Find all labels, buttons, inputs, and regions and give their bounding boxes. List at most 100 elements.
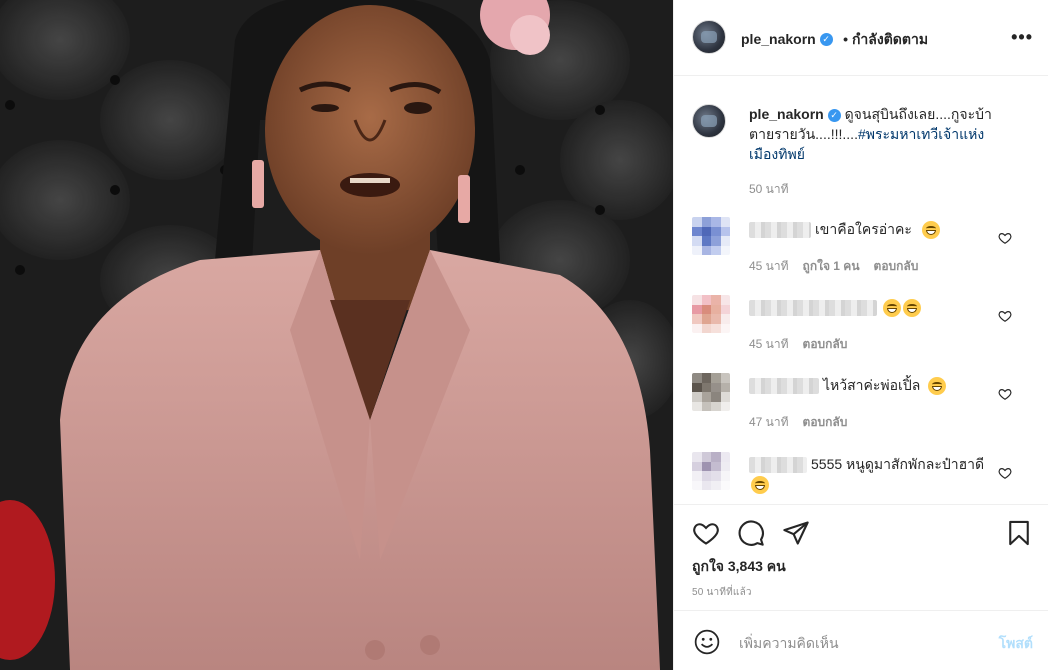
comment-avatar[interactable] xyxy=(692,452,730,490)
avatar-pixel xyxy=(720,323,730,333)
avatar-pixel xyxy=(711,217,721,227)
more-options-button[interactable]: ••• xyxy=(1011,28,1033,46)
post-timestamp[interactable]: 50 นาทีที่แล้ว xyxy=(692,585,752,600)
comment-meta: 47 นาที ตอบกลับ xyxy=(749,413,847,432)
avatar-pixel xyxy=(692,226,702,236)
avatar-pixel xyxy=(720,217,730,227)
avatar-pixel xyxy=(692,471,702,481)
avatar-pixel xyxy=(711,480,721,490)
avatar-pixel xyxy=(711,304,721,314)
avatar-pixel xyxy=(711,236,721,246)
bookmark-icon[interactable] xyxy=(1005,519,1033,547)
caption-username[interactable]: ple_nakorn xyxy=(749,106,824,122)
avatar-pixel xyxy=(711,295,721,305)
post-comment-button[interactable]: โพสต์ xyxy=(999,633,1033,655)
comment-likes[interactable]: ถูกใจ 1 คน xyxy=(803,259,860,273)
avatar-pixel xyxy=(701,452,711,462)
comment-time[interactable]: 45 นาที xyxy=(749,337,789,351)
avatar-pixel xyxy=(701,480,711,490)
reply-button[interactable]: ตอบกลับ xyxy=(803,415,848,429)
add-comment-bar: โพสต์ xyxy=(674,610,1048,670)
comment-avatar[interactable] xyxy=(692,373,730,411)
avatar-pixel xyxy=(720,304,730,314)
comment-input[interactable] xyxy=(737,631,981,655)
avatar-pixel xyxy=(692,461,702,471)
post-actions: ถูกใจ 3,843 คน 50 นาทีที่แล้ว xyxy=(674,504,1048,610)
caption-text: ple_nakorn ✓ ดูจนสุบินถึงเลย....กูจะบ้าตา… xyxy=(749,104,1009,164)
verified-badge-icon: ✓ xyxy=(827,108,841,122)
paper-plane-icon[interactable] xyxy=(782,519,810,547)
comments-list[interactable]: ple_nakorn ✓ ดูจนสุบินถึงเลย....กูจะบ้าตา… xyxy=(674,77,1048,504)
avatar-pixel xyxy=(711,461,721,471)
comment-avatar[interactable] xyxy=(692,295,730,333)
avatar-pixel xyxy=(692,392,702,402)
avatar-pixel xyxy=(701,461,711,471)
comment-body: ไหว้สาค่ะพ่อเปิ้ล xyxy=(823,377,921,393)
comment-heart-icon[interactable] xyxy=(998,466,1012,480)
avatar-pixel xyxy=(711,314,721,324)
avatar-pixel xyxy=(720,401,730,411)
avatar-pixel xyxy=(720,480,730,490)
post-media[interactable] xyxy=(0,0,673,670)
blurred-username[interactable] xyxy=(749,378,819,395)
verified-badge-icon: ✓ xyxy=(819,33,833,47)
grinning-emoji-icon xyxy=(903,299,921,318)
comment-time[interactable]: 45 นาที xyxy=(749,259,789,273)
comment-item: 45 นาที ตอบกลับ xyxy=(692,295,1032,355)
blurred-username[interactable] xyxy=(749,457,807,474)
blurred-username[interactable] xyxy=(749,300,877,317)
avatar-pixel xyxy=(701,295,711,305)
comment-text: ไหว้สาค่ะพ่อเปิ้ล xyxy=(749,375,999,396)
avatar-pixel xyxy=(711,471,721,481)
avatar-pixel xyxy=(692,480,702,490)
avatar-pixel xyxy=(692,323,702,333)
speech-bubble-icon[interactable] xyxy=(737,519,765,547)
avatar-pixel xyxy=(701,323,711,333)
avatar-pixel xyxy=(692,236,702,246)
avatar-pixel xyxy=(701,226,711,236)
avatar-pixel xyxy=(692,217,702,227)
comment-body: 5555 หนูดูมาสักพักละป๋าฮาดี xyxy=(811,456,985,472)
reply-button[interactable]: ตอบกลับ xyxy=(874,259,919,273)
comment-item: ไหว้สาค่ะพ่อเปิ้ล 47 นาที ตอบกลับ xyxy=(692,373,1032,433)
avatar-pixel xyxy=(692,373,702,383)
comment-text: เขาคือใครอ่าคะ xyxy=(749,219,999,240)
header-user-line: ple_nakorn ✓ • กำลังติดตาม xyxy=(741,29,928,51)
grinning-emoji-icon xyxy=(921,221,940,240)
caption-avatar[interactable] xyxy=(692,104,726,138)
comment-avatar[interactable] xyxy=(692,217,730,255)
avatar-pixel xyxy=(720,461,730,471)
likes-count[interactable]: ถูกใจ 3,843 คน xyxy=(692,556,786,578)
comment-heart-icon[interactable] xyxy=(998,309,1012,323)
smiley-icon[interactable] xyxy=(694,629,720,655)
avatar-pixel xyxy=(701,314,711,324)
avatar-pixel xyxy=(711,226,721,236)
avatar-pixel xyxy=(720,471,730,481)
grinning-emoji-icon xyxy=(928,377,947,396)
comment-heart-icon[interactable] xyxy=(998,231,1012,245)
comment-heart-icon[interactable] xyxy=(998,387,1012,401)
profile-avatar[interactable] xyxy=(692,20,726,54)
avatar-pixel xyxy=(701,217,711,227)
header-username[interactable]: ple_nakorn xyxy=(741,31,816,47)
avatar-pixel xyxy=(720,382,730,392)
avatar-pixel xyxy=(720,392,730,402)
comment-time[interactable]: 47 นาที xyxy=(749,415,789,429)
reply-button[interactable]: ตอบกลับ xyxy=(803,337,848,351)
avatar-pixel xyxy=(692,295,702,305)
avatar-pixel xyxy=(720,236,730,246)
following-status[interactable]: • กำลังติดตาม xyxy=(843,31,928,47)
comment-body: เขาคือใครอ่าคะ xyxy=(815,221,912,237)
heart-outline-icon[interactable] xyxy=(692,519,720,547)
grinning-emoji-icon xyxy=(751,476,769,495)
avatar-pixel xyxy=(720,373,730,383)
avatar-pixel xyxy=(720,226,730,236)
blurred-username[interactable] xyxy=(749,222,811,239)
avatar-pixel xyxy=(720,452,730,462)
avatar-pixel xyxy=(701,392,711,402)
avatar-pixel xyxy=(692,401,702,411)
comment-meta: 45 นาที ตอบกลับ xyxy=(749,335,847,354)
avatar-pixel xyxy=(692,314,702,324)
caption-time[interactable]: 50 นาที xyxy=(749,180,789,199)
avatar-pixel xyxy=(701,471,711,481)
